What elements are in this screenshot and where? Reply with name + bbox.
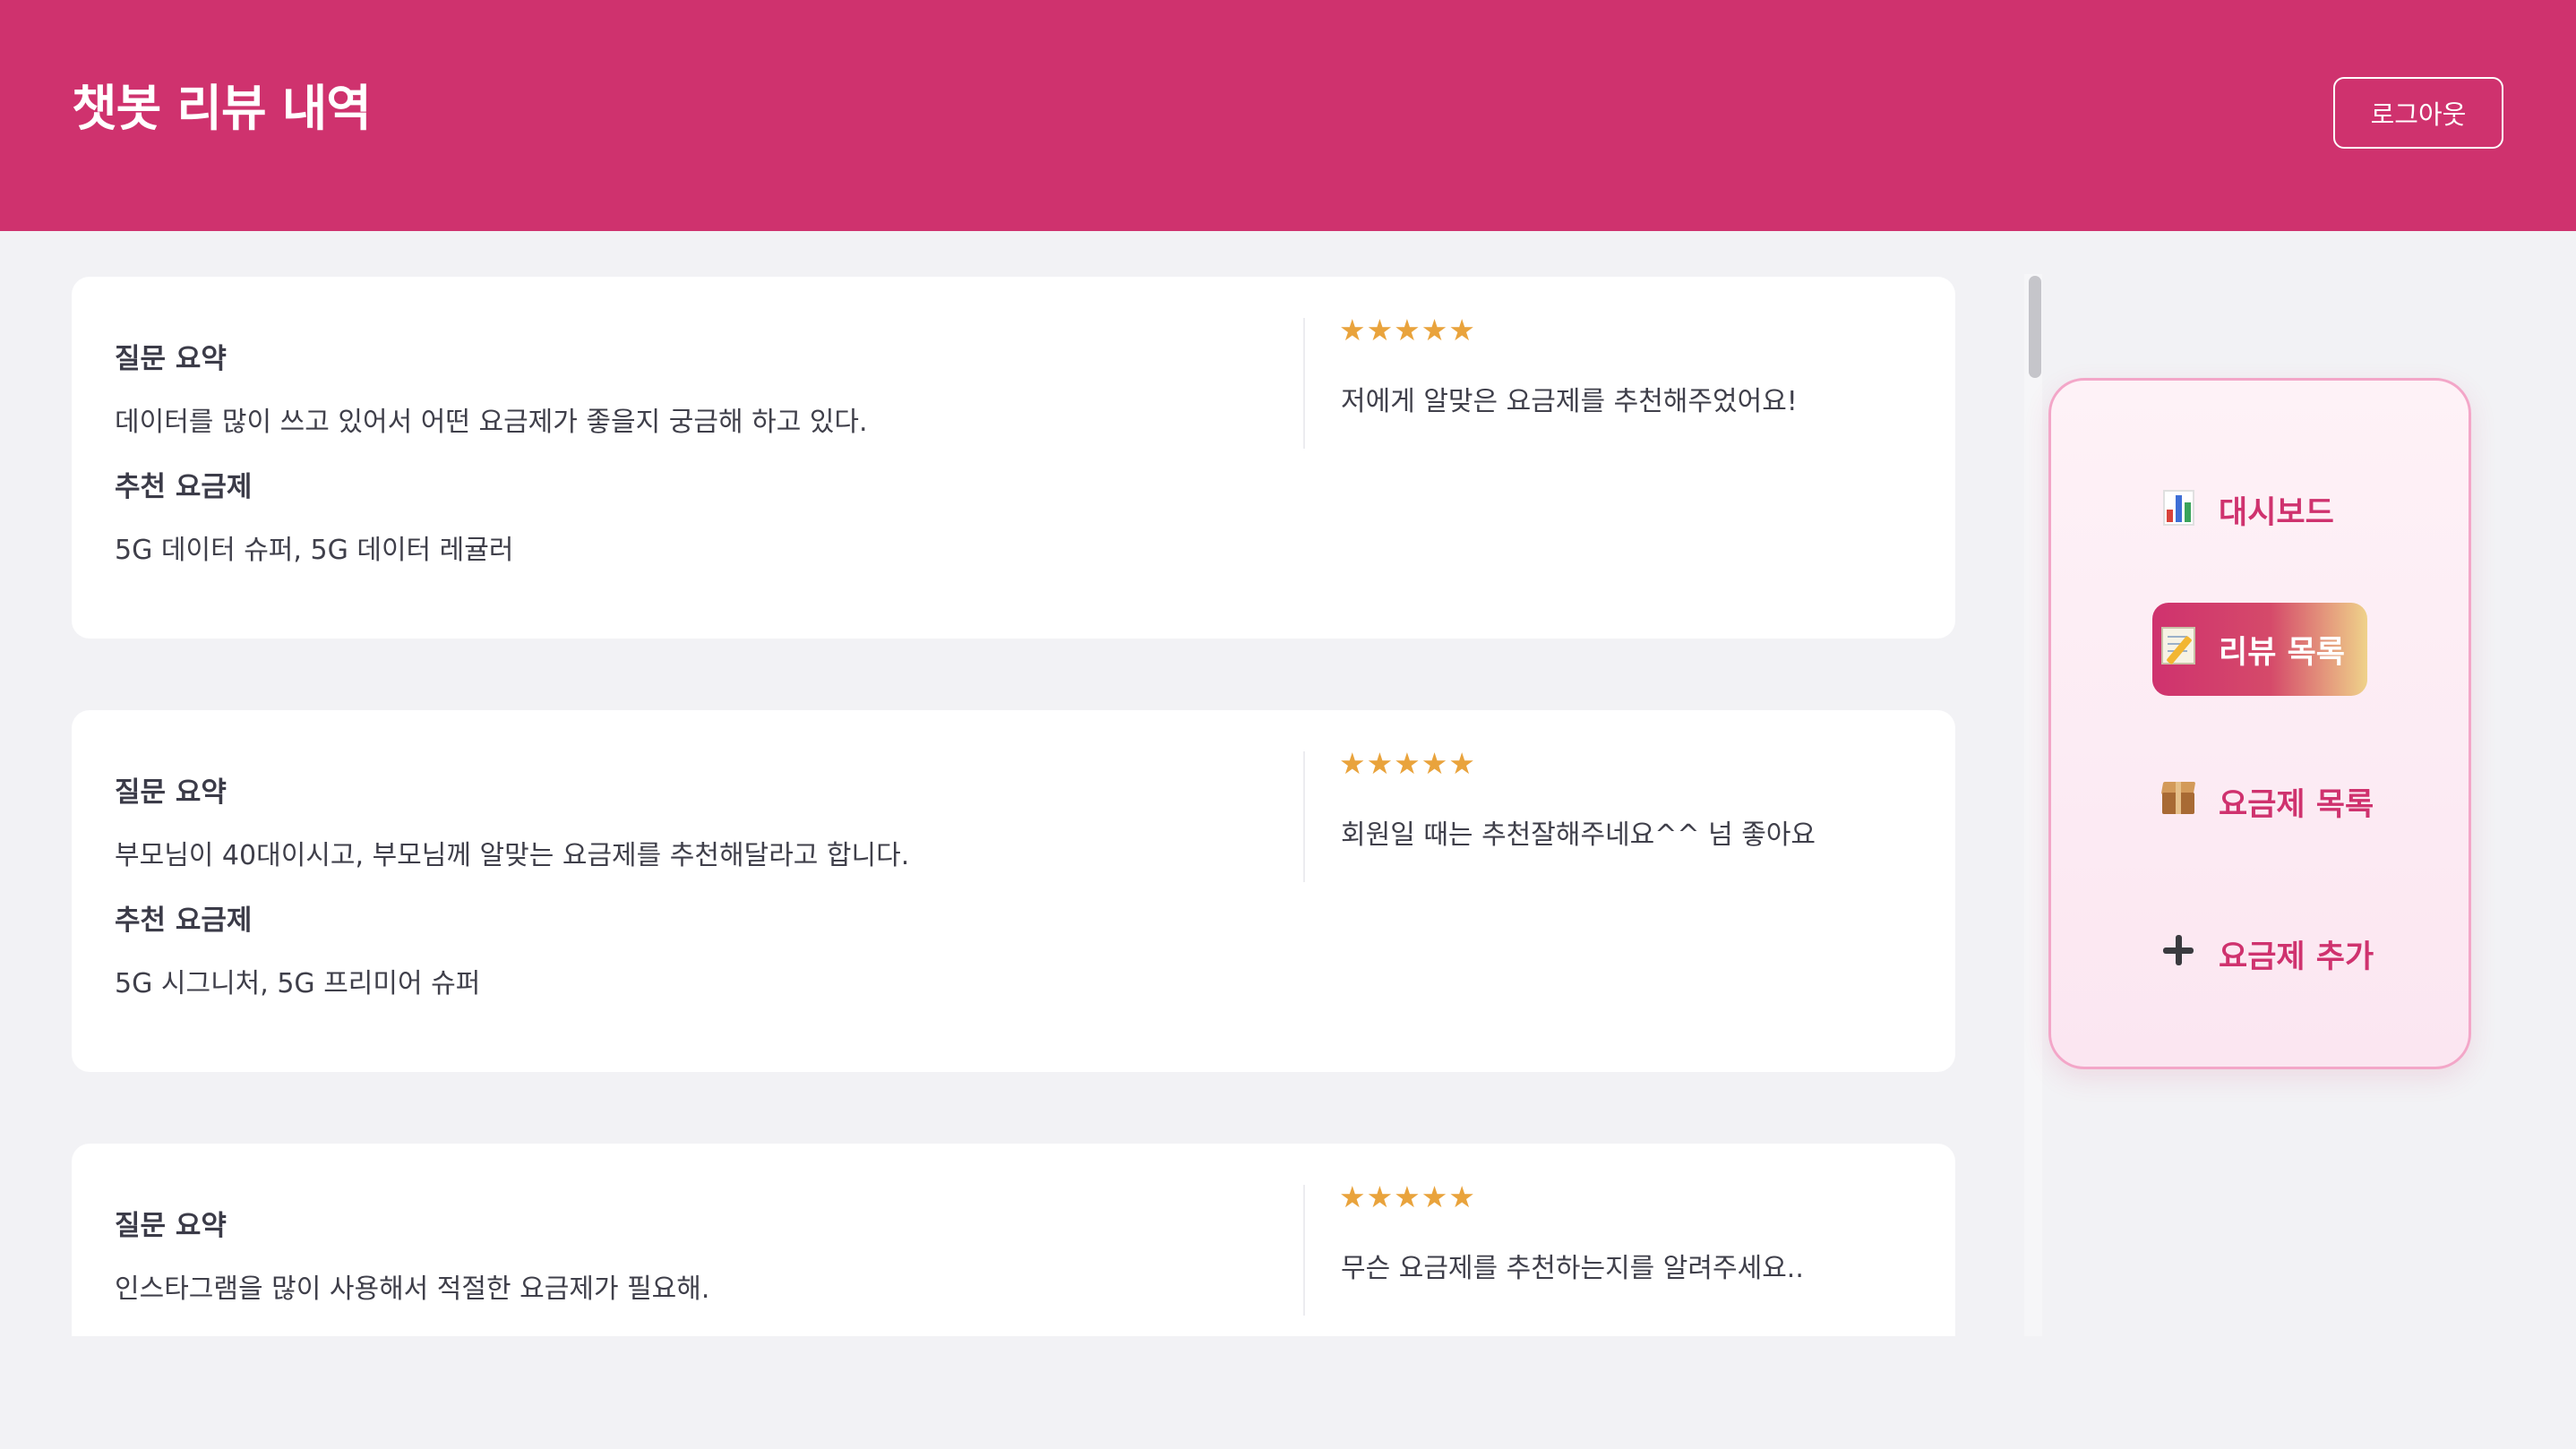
plus-icon (2156, 934, 2201, 974)
nav-item-dashboard[interactable]: 대시보드 (2152, 463, 2338, 556)
review-list[interactable]: 질문 요약 데이터를 많이 쓰고 있어서 어떤 요금제가 좋을지 궁금해 하고 … (0, 231, 2042, 1336)
star-rating: ★★★★★ (1339, 746, 1476, 781)
scrollbar-thumb[interactable] (2029, 276, 2041, 378)
question-summary-text: 데이터를 많이 쓰고 있어서 어떤 요금제가 좋을지 궁금해 하고 있다. (115, 407, 868, 438)
memo-icon (2156, 626, 2201, 673)
bar-chart-icon (2156, 489, 2201, 530)
page-title: 챗봇 리뷰 내역 (72, 80, 372, 137)
recommended-plan-text: 5G 시그니처, 5G 프리미어 슈퍼 (115, 968, 481, 999)
review-comment: 무슨 요금제를 추천하는지를 알려주세요.. (1341, 1253, 1804, 1284)
review-comment: 회원일 때는 추천잘해주네요^^ 넘 좋아요 (1341, 819, 1816, 851)
nav-item-plan-list[interactable]: 요금제 목록 (2152, 755, 2377, 848)
app-header: 챗봇 리뷰 내역 로그아웃 (0, 0, 2576, 231)
nav-item-label: 대시보드 (2219, 494, 2334, 531)
nav-item-add-plan[interactable]: 요금제 추가 (2152, 907, 2377, 1000)
review-comment: 저에게 알맞은 요금제를 추천해주었어요! (1341, 386, 1798, 417)
nav-item-review-list[interactable]: 리뷰 목록 (2152, 603, 2367, 696)
nav-item-label: 리뷰 목록 (2219, 634, 2345, 671)
logout-button[interactable]: 로그아웃 (2333, 77, 2503, 149)
scrollbar-track[interactable] (2024, 274, 2042, 1336)
card-divider (1303, 1185, 1305, 1316)
question-summary-label: 질문 요약 (115, 1210, 227, 1242)
question-summary-text: 인스타그램을 많이 사용해서 적절한 요금제가 필요해. (115, 1273, 710, 1305)
nav-item-label: 요금제 추가 (2219, 939, 2374, 975)
card-divider (1303, 751, 1305, 882)
nav-item-label: 요금제 목록 (2219, 786, 2374, 823)
card-divider (1303, 318, 1305, 449)
side-navigation: 대시보드 리뷰 목록 요금제 목록 요금제 추가 (2048, 378, 2471, 1069)
review-card: 질문 요약 인스타그램을 많이 사용해서 적절한 요금제가 필요해. ★★★★★… (72, 1144, 1955, 1336)
star-rating: ★★★★★ (1339, 1179, 1476, 1214)
review-card: 질문 요약 데이터를 많이 쓰고 있어서 어떤 요금제가 좋을지 궁금해 하고 … (72, 277, 1955, 639)
recommended-plan-label: 추천 요금제 (115, 905, 253, 937)
question-summary-text: 부모님이 40대이시고, 부모님께 알맞는 요금제를 추천해달라고 합니다. (115, 840, 910, 871)
question-summary-label: 질문 요약 (115, 343, 227, 375)
star-rating: ★★★★★ (1339, 313, 1476, 347)
recommended-plan-label: 추천 요금제 (115, 471, 253, 503)
review-card: 질문 요약 부모님이 40대이시고, 부모님께 알맞는 요금제를 추천해달라고 … (72, 710, 1955, 1072)
package-icon (2156, 780, 2201, 824)
recommended-plan-text: 5G 데이터 슈퍼, 5G 데이터 레귤러 (115, 535, 514, 566)
question-summary-label: 질문 요약 (115, 776, 227, 809)
